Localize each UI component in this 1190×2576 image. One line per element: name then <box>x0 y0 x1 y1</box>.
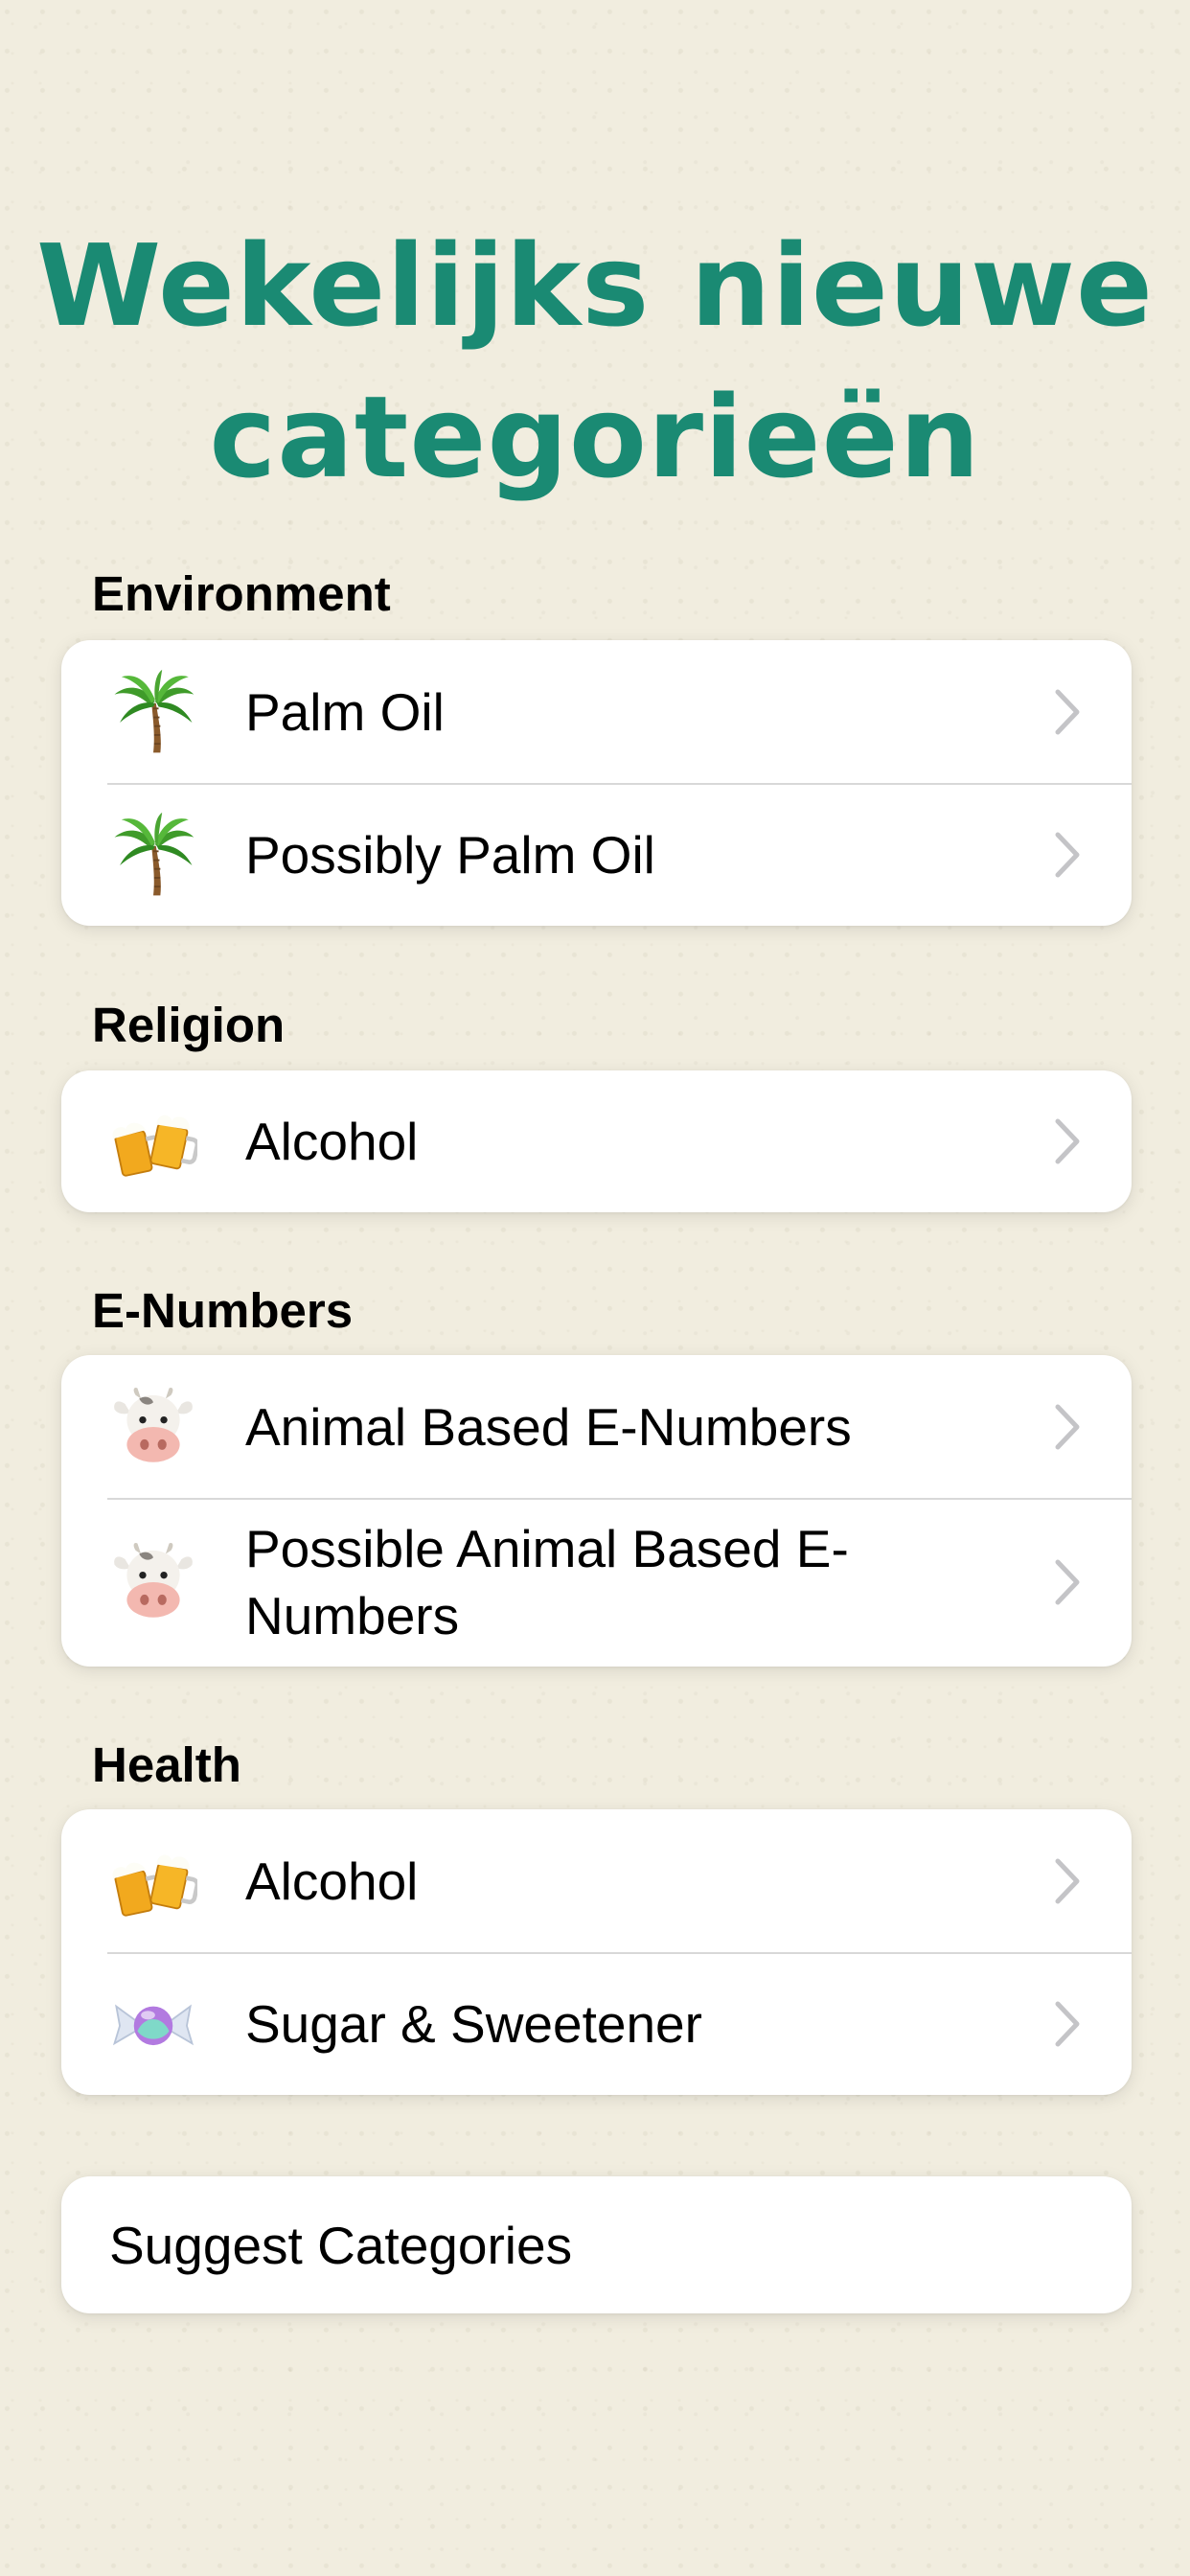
category-row-alcohol-health[interactable]: Alcohol <box>61 1809 1132 1952</box>
page-title-line-1: Wekelijks nieuwe <box>36 219 1154 353</box>
category-row-sugar-sweetener[interactable]: Sugar & Sweetener <box>61 1952 1132 2095</box>
category-row-possibly-palm-oil[interactable]: Possibly Palm Oil <box>61 783 1132 926</box>
category-label: Animal Based E-Numbers <box>245 1396 852 1457</box>
beer-mugs-icon <box>109 1837 197 1925</box>
category-label: Palm Oil <box>245 681 445 742</box>
palm-tree-icon <box>109 811 197 899</box>
category-row-possible-animal-based-e-numbers[interactable]: Possible Animal Based E-Numbers <box>61 1498 1132 1667</box>
chevron-right-icon <box>1051 830 1084 880</box>
chevron-right-icon <box>1051 1999 1084 2049</box>
beer-mugs-icon <box>109 1097 197 1185</box>
section-header-environment: Environment <box>92 566 391 621</box>
section-header-health: Health <box>92 1737 241 1792</box>
category-label: Alcohol <box>245 1851 419 1911</box>
category-card-e-numbers: Animal Based E-Numbers Possible Animal B… <box>61 1355 1132 1667</box>
palm-tree-icon <box>109 668 197 756</box>
page-title-line-2: categorieën <box>209 371 981 504</box>
suggest-categories-label: Suggest Categories <box>109 2215 573 2275</box>
chevron-right-icon <box>1051 1402 1084 1452</box>
page-title: Wekelijks nieuwe categorieën <box>0 210 1190 513</box>
category-row-alcohol-religion[interactable]: Alcohol <box>61 1070 1132 1212</box>
suggest-categories-button[interactable]: Suggest Categories <box>61 2176 1132 2313</box>
suggest-categories-card: Suggest Categories <box>61 2176 1132 2313</box>
category-label: Possibly Palm Oil <box>245 824 655 885</box>
candy-icon <box>109 1980 197 2068</box>
category-label: Sugar & Sweetener <box>245 1993 702 2054</box>
cow-face-icon <box>109 1383 197 1471</box>
chevron-right-icon <box>1051 1856 1084 1906</box>
cow-face-icon <box>109 1538 197 1626</box>
category-card-religion: Alcohol <box>61 1070 1132 1212</box>
category-card-health: Alcohol Sugar & Sweetener <box>61 1809 1132 2095</box>
category-row-animal-based-e-numbers[interactable]: Animal Based E-Numbers <box>61 1355 1132 1498</box>
chevron-right-icon <box>1051 1557 1084 1607</box>
category-label: Possible Animal Based E-Numbers <box>245 1519 849 1645</box>
category-row-palm-oil[interactable]: Palm Oil <box>61 640 1132 783</box>
category-label: Alcohol <box>245 1112 419 1171</box>
section-header-e-numbers: E-Numbers <box>92 1283 354 1338</box>
category-card-environment: Palm Oil Possibly Palm Oil <box>61 640 1132 926</box>
section-header-religion: Religion <box>92 998 286 1052</box>
chevron-right-icon <box>1051 1116 1084 1166</box>
chevron-right-icon <box>1051 687 1084 737</box>
